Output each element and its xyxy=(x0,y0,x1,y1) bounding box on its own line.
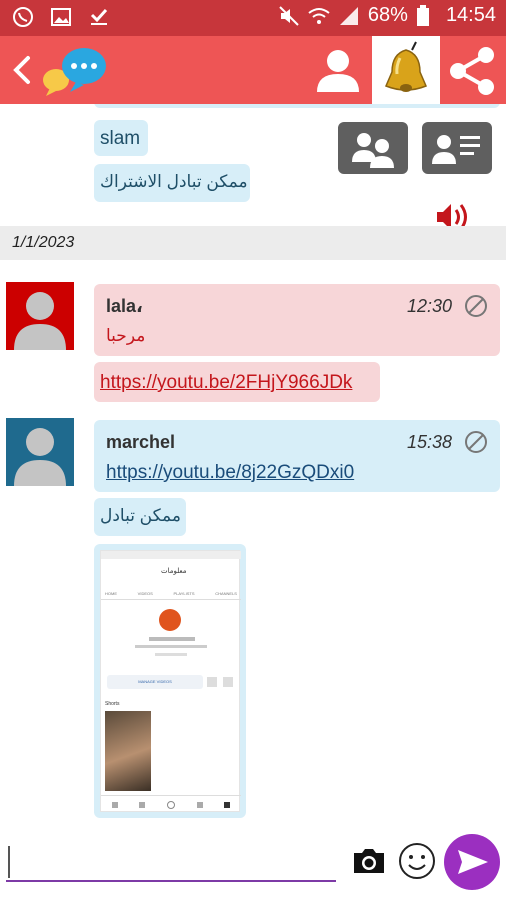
message-input[interactable] xyxy=(6,840,336,882)
message-text: ممكن تبادل xyxy=(100,506,181,525)
download-done-icon xyxy=(88,6,110,28)
signal-icon xyxy=(338,5,360,27)
message-bubble: https://youtu.be/2FHjY966JDk xyxy=(94,362,380,402)
thumb-text-line xyxy=(155,653,187,656)
person-icon xyxy=(14,292,66,350)
mute-icon xyxy=(278,5,300,27)
person-icon[interactable] xyxy=(312,44,364,96)
thumb-status-bar xyxy=(101,551,241,559)
share-icon[interactable] xyxy=(446,44,500,98)
previous-message-bubble xyxy=(94,104,500,108)
input-underline xyxy=(6,880,336,882)
message-time: 15:38 xyxy=(406,432,452,452)
screenshot-thumbnail: معلومات HOME VIDEOS PLAYLISTS CHANNELS M… xyxy=(100,550,241,813)
bell-icon xyxy=(385,41,427,92)
group-icon xyxy=(352,133,394,168)
avatar[interactable] xyxy=(6,282,74,350)
thumb-tab: CHANNELS xyxy=(215,591,237,596)
thumb-text-line xyxy=(135,645,207,648)
thumb-nav-icon xyxy=(111,801,118,808)
message-bubble: slam xyxy=(94,120,148,156)
avatar[interactable] xyxy=(6,418,74,486)
message-bubble: ممكن تبادل الاشتراك xyxy=(94,164,250,202)
chat-bubbles-icon xyxy=(38,42,110,100)
wifi-icon xyxy=(308,5,330,27)
block-icon[interactable] xyxy=(464,294,488,318)
contact-card-button[interactable] xyxy=(422,122,492,174)
message-text: slam xyxy=(100,128,141,149)
message-bubble: marchel 15:38 https://youtu.be/8j22GzQDx… xyxy=(94,420,500,492)
battery-percent: 68% xyxy=(367,4,408,26)
thumb-nav-icon xyxy=(196,801,203,808)
bell-button[interactable] xyxy=(372,36,440,104)
sender-name: lala، xyxy=(106,296,143,316)
input-bar xyxy=(0,824,506,900)
thumb-tab: PLAYLISTS xyxy=(173,591,195,596)
message-time: 12:30 xyxy=(406,296,452,316)
status-bar: 68% 14:54 xyxy=(0,0,506,36)
message-link[interactable]: https://youtu.be/8j22GzQDxi0 xyxy=(106,462,354,484)
thumb-channel-avatar xyxy=(159,609,181,631)
emoji-icon[interactable] xyxy=(396,840,438,882)
message-text: مرحبا xyxy=(106,326,146,345)
thumb-bottom-nav xyxy=(101,795,241,813)
thumb-nav-icon xyxy=(166,800,175,809)
thumb-nav-icon xyxy=(139,801,146,808)
thumb-text-line xyxy=(149,637,195,641)
image-message[interactable]: معلومات HOME VIDEOS PLAYLISTS CHANNELS M… xyxy=(94,544,246,818)
battery-icon xyxy=(416,4,438,27)
whatsapp-icon xyxy=(12,6,34,28)
contact-card-icon xyxy=(432,135,480,164)
person-icon xyxy=(14,428,66,486)
message-link[interactable]: https://youtu.be/2FHjY966JDk xyxy=(100,372,352,394)
send-icon xyxy=(458,850,488,874)
message-bubble: lala، 12:30 مرحبا xyxy=(94,284,500,356)
thumb-channel-title: معلومات xyxy=(161,568,187,575)
thumb-tab: HOME xyxy=(105,591,117,596)
thumb-manage-videos-button: MANAGE VIDEOS xyxy=(107,675,203,689)
thumb-tab: VIDEOS xyxy=(137,591,153,596)
app-toolbar xyxy=(0,36,506,104)
sender-name: marchel xyxy=(106,432,176,452)
thumb-shorts-video xyxy=(105,711,151,791)
thumb-icon xyxy=(207,677,217,687)
thumb-nav-icon xyxy=(224,801,231,808)
clock: 14:54 xyxy=(445,4,496,26)
chat-content: slam ممكن تبادل الاشتراك 1/1/2023 lala، … xyxy=(0,104,506,824)
thumb-icon xyxy=(223,677,233,687)
block-icon[interactable] xyxy=(464,430,488,454)
gallery-icon xyxy=(50,6,72,28)
message-text: ممكن تبادل الاشتراك xyxy=(100,172,248,191)
thumb-divider xyxy=(101,599,241,600)
send-button[interactable] xyxy=(444,834,500,890)
text-cursor xyxy=(8,846,10,878)
thumb-shorts-label: Shorts xyxy=(105,701,120,707)
date-separator: 1/1/2023 xyxy=(0,226,506,260)
thumb-tabs: HOME VIDEOS PLAYLISTS CHANNELS xyxy=(105,591,237,596)
camera-icon[interactable] xyxy=(350,842,388,880)
group-chat-button[interactable] xyxy=(338,122,408,174)
message-bubble: ممكن تبادل xyxy=(94,498,186,536)
chevron-left-icon[interactable] xyxy=(8,52,38,88)
